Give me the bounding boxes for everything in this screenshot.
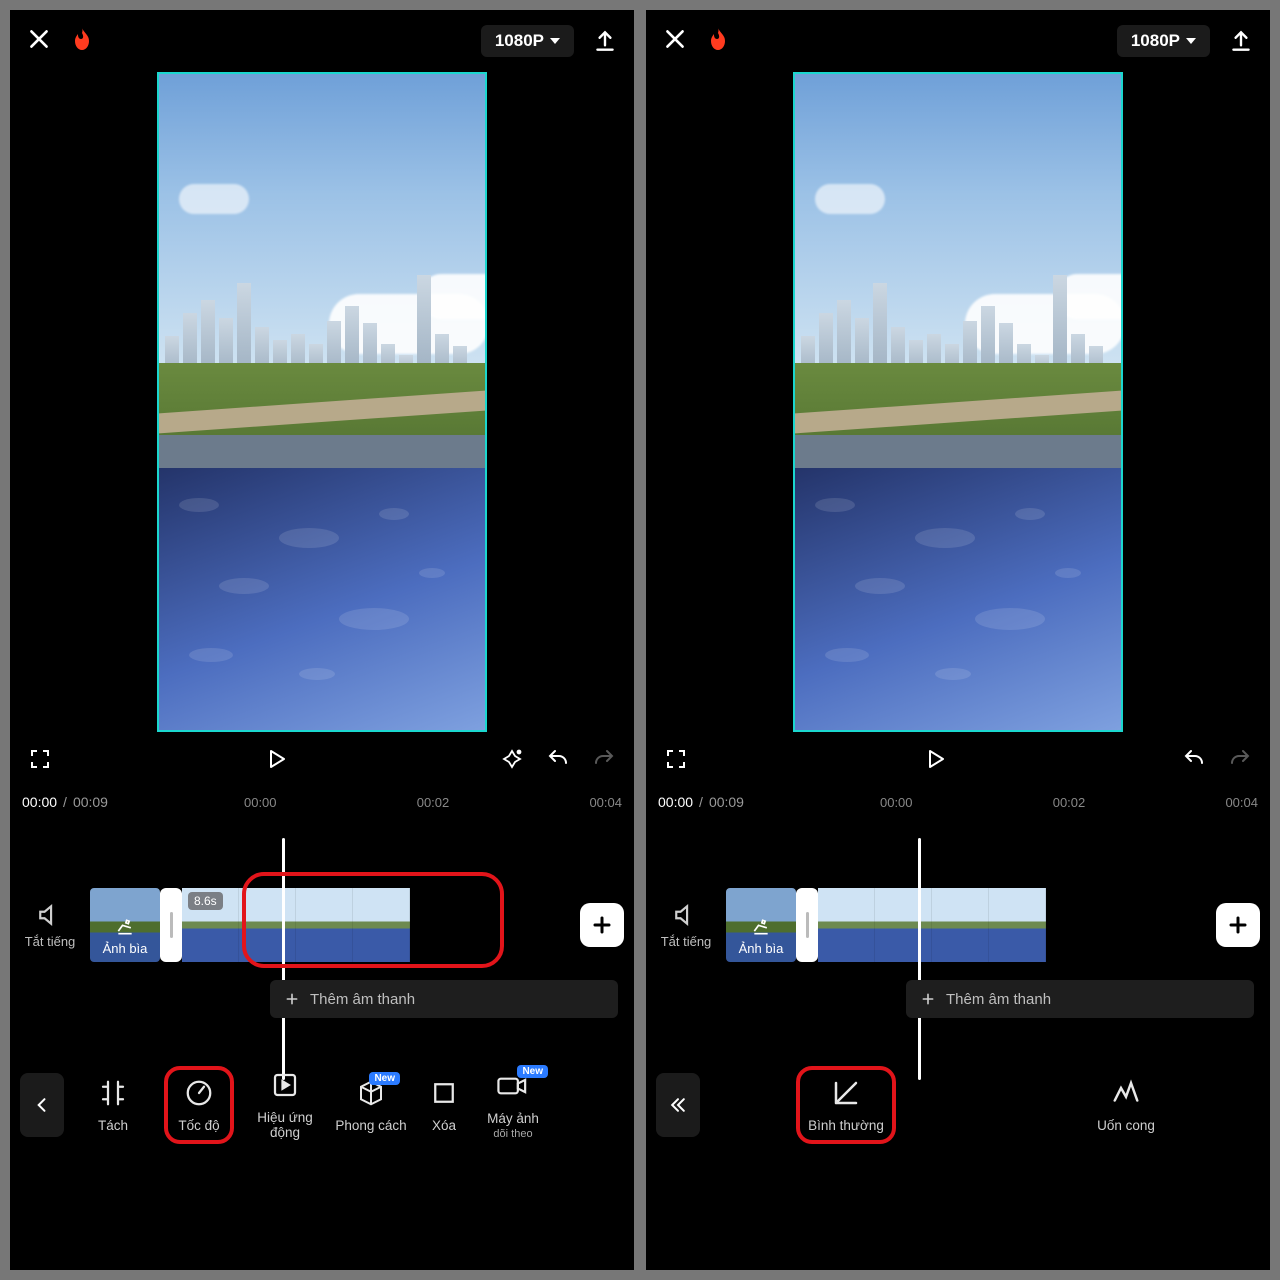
fullscreen-icon[interactable] bbox=[664, 747, 688, 776]
resolution-selector[interactable]: 1080P bbox=[1117, 25, 1210, 57]
tool-camera-track[interactable]: New Máy ảnh dõi theo bbox=[474, 1071, 552, 1140]
flame-icon[interactable] bbox=[706, 27, 730, 55]
redo-icon bbox=[1228, 747, 1252, 776]
add-clip-button[interactable] bbox=[580, 903, 624, 947]
playhead[interactable] bbox=[282, 838, 285, 1080]
tick: 00:02 bbox=[1053, 795, 1086, 810]
tool-speed-normal[interactable]: Bình thường bbox=[756, 1078, 936, 1133]
top-bar: 1080P bbox=[10, 10, 634, 72]
resolution-label: 1080P bbox=[495, 31, 544, 51]
cover-button[interactable]: Ảnh bìa bbox=[726, 888, 796, 962]
timeline[interactable]: Tắt tiếng Ảnh bìa bbox=[646, 818, 1270, 1050]
preview-controls bbox=[646, 736, 1270, 786]
back-button[interactable] bbox=[20, 1073, 64, 1137]
video-clip[interactable] bbox=[818, 888, 1046, 962]
time-sep: / bbox=[63, 794, 67, 810]
add-audio-button[interactable]: Thêm âm thanh bbox=[270, 980, 618, 1018]
editor-screen-left: 1080P bbox=[10, 10, 634, 1270]
clip-duration: 8.6s bbox=[188, 892, 223, 910]
export-icon[interactable] bbox=[592, 28, 618, 54]
redo-icon bbox=[592, 747, 616, 776]
clip-handle-left[interactable] bbox=[160, 888, 182, 962]
tick: 00:04 bbox=[589, 795, 622, 810]
time-total: 00:09 bbox=[709, 794, 744, 810]
playhead[interactable] bbox=[918, 838, 921, 1080]
mute-button[interactable]: Tắt tiếng bbox=[10, 902, 90, 949]
tick: 00:00 bbox=[244, 795, 277, 810]
timeline[interactable]: Tắt tiếng Ảnh bìa 8.6s bbox=[10, 818, 634, 1050]
fullscreen-icon[interactable] bbox=[28, 747, 52, 776]
add-clip-button[interactable] bbox=[1216, 903, 1260, 947]
tick: 00:02 bbox=[417, 795, 450, 810]
export-icon[interactable] bbox=[1228, 28, 1254, 54]
time-current: 00:00 bbox=[658, 794, 693, 810]
play-icon[interactable] bbox=[264, 747, 288, 776]
chevron-down-icon bbox=[1186, 38, 1196, 44]
clip-track[interactable]: 8.6s bbox=[160, 888, 634, 962]
tool-speed[interactable]: Tốc độ bbox=[156, 1078, 242, 1133]
resolution-label: 1080P bbox=[1131, 31, 1180, 51]
flame-icon[interactable] bbox=[70, 27, 94, 55]
close-icon[interactable] bbox=[662, 26, 688, 57]
time-total: 00:09 bbox=[73, 794, 108, 810]
undo-icon[interactable] bbox=[546, 747, 570, 776]
tool-strip: Bình thường Uốn cong bbox=[646, 1050, 1270, 1160]
mute-button[interactable]: Tắt tiếng bbox=[646, 902, 726, 949]
close-icon[interactable] bbox=[26, 26, 52, 57]
top-bar: 1080P bbox=[646, 10, 1270, 72]
video-preview[interactable] bbox=[793, 72, 1123, 732]
new-badge: New bbox=[517, 1065, 548, 1078]
undo-icon[interactable] bbox=[1182, 747, 1206, 776]
video-preview[interactable] bbox=[157, 72, 487, 732]
time-ruler: 00:00 / 00:09 00:00 00:02 00:04 bbox=[10, 786, 634, 818]
enhance-icon[interactable] bbox=[500, 747, 524, 776]
preview-area bbox=[646, 72, 1270, 786]
tool-delete[interactable]: Xóa bbox=[414, 1078, 474, 1133]
tick: 00:00 bbox=[880, 795, 913, 810]
chevron-down-icon bbox=[550, 38, 560, 44]
resolution-selector[interactable]: 1080P bbox=[481, 25, 574, 57]
cover-button[interactable]: Ảnh bìa bbox=[90, 888, 160, 962]
editor-screen-right: 1080P bbox=[646, 10, 1270, 1270]
tool-animation[interactable]: Hiệu ứng động bbox=[242, 1070, 328, 1140]
time-ruler: 00:00 / 00:09 00:00 00:02 00:04 bbox=[646, 786, 1270, 818]
tool-speed-curve[interactable]: Uốn cong bbox=[1036, 1078, 1216, 1133]
tick: 00:04 bbox=[1225, 795, 1258, 810]
video-clip[interactable]: 8.6s bbox=[182, 888, 410, 962]
add-audio-button[interactable]: Thêm âm thanh bbox=[906, 980, 1254, 1018]
clip-handle-left[interactable] bbox=[796, 888, 818, 962]
preview-area bbox=[10, 72, 634, 786]
back-button[interactable] bbox=[656, 1073, 700, 1137]
preview-controls bbox=[10, 736, 634, 786]
new-badge: New bbox=[369, 1072, 400, 1085]
clip-track[interactable] bbox=[796, 888, 1270, 962]
play-icon[interactable] bbox=[923, 747, 947, 776]
time-current: 00:00 bbox=[22, 794, 57, 810]
tool-strip: Tách Tốc độ Hiệu ứng động New Phong cách… bbox=[10, 1050, 634, 1160]
tool-split[interactable]: Tách bbox=[70, 1078, 156, 1133]
tool-style[interactable]: New Phong cách bbox=[328, 1078, 414, 1133]
